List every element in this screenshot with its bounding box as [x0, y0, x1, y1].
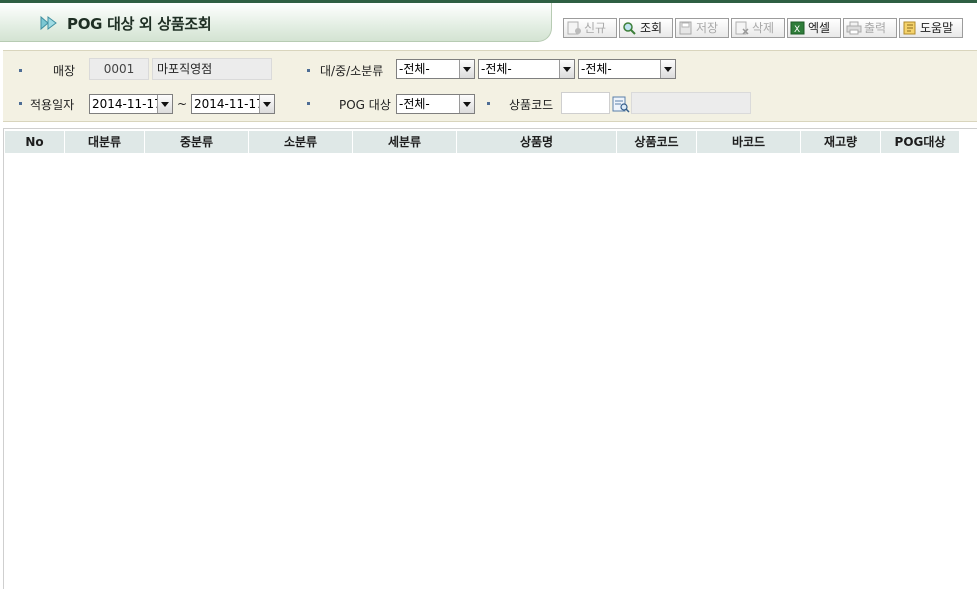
chevron-down-icon[interactable]	[559, 60, 574, 78]
store-code-field: 0001	[89, 58, 149, 80]
chevron-down-icon[interactable]	[157, 95, 172, 113]
delete-button[interactable]: 삭제	[731, 18, 785, 38]
category-small-select[interactable]: -전체-	[578, 59, 676, 79]
bullet-icon	[19, 69, 22, 72]
bullet-icon	[19, 102, 22, 105]
help-book-icon	[903, 21, 916, 35]
column-header-no[interactable]: No	[5, 131, 65, 153]
chevron-down-icon[interactable]	[660, 60, 675, 78]
printer-icon	[846, 21, 862, 35]
product-code-input[interactable]	[561, 92, 610, 114]
search-icon	[623, 22, 636, 35]
apply-date-from-select[interactable]: 2014-11-17	[89, 94, 173, 114]
apply-date-to-select[interactable]: 2014-11-17	[191, 94, 275, 114]
column-header-barcode[interactable]: 바코드	[697, 131, 801, 153]
chevron-down-icon[interactable]	[259, 95, 274, 113]
column-header-product-name[interactable]: 상품명	[457, 131, 617, 153]
product-lookup-icon[interactable]	[612, 96, 630, 113]
search-panel: 매장 0001 마포직영점 대/중/소분류 -전체- -전체- -전체- 적용일…	[3, 50, 977, 122]
chevron-down-icon[interactable]	[459, 95, 474, 113]
new-button[interactable]: 신규	[563, 18, 617, 38]
print-button[interactable]: 출력	[843, 18, 897, 38]
save-button[interactable]: 저장	[675, 18, 729, 38]
save-icon	[679, 21, 692, 35]
title-tab: POG 대상 외 상품조회	[0, 3, 552, 42]
pog-target-select[interactable]: -전체-	[396, 94, 475, 114]
column-header-pog-target[interactable]: POG대상	[881, 131, 960, 153]
category-medium-select[interactable]: -전체-	[478, 59, 575, 79]
pog-target-label: POG 대상	[339, 98, 391, 112]
chevron-down-icon[interactable]	[459, 60, 474, 78]
page-title: POG 대상 외 상품조회	[67, 15, 212, 33]
bullet-icon	[307, 102, 310, 105]
excel-button[interactable]: X 엑셀	[787, 18, 841, 38]
date-range-separator: ~	[177, 97, 188, 111]
store-label: 매장	[53, 64, 76, 78]
delete-doc-icon	[735, 21, 749, 35]
category-label: 대/중/소분류	[320, 64, 384, 78]
help-button[interactable]: 도움말	[899, 18, 963, 38]
double-arrow-icon	[40, 15, 57, 31]
new-doc-icon	[567, 21, 581, 35]
column-header-sub-category[interactable]: 세분류	[353, 131, 457, 153]
product-name-field	[631, 92, 751, 114]
column-header-small-category[interactable]: 소분류	[249, 131, 353, 153]
category-large-select[interactable]: -전체-	[396, 59, 475, 79]
column-header-medium-category[interactable]: 중분류	[145, 131, 249, 153]
column-header-large-category[interactable]: 대분류	[65, 131, 145, 153]
bullet-icon	[487, 102, 490, 105]
column-header-product-code[interactable]: 상품코드	[617, 131, 697, 153]
excel-icon: X	[790, 21, 805, 35]
product-code-label: 상품코드	[509, 98, 554, 112]
result-grid: No 대분류 중분류 소분류 세분류 상품명 상품코드 바코드 재고량 POG대…	[3, 128, 977, 589]
svg-text:X: X	[794, 25, 800, 35]
search-button[interactable]: 조회	[619, 18, 673, 38]
apply-date-label: 적용일자	[30, 98, 75, 112]
grid-header: No 대분류 중분류 소분류 세분류 상품명 상품코드 바코드 재고량 POG대…	[5, 131, 960, 153]
column-header-stock[interactable]: 재고량	[801, 131, 881, 153]
bullet-icon	[307, 69, 310, 72]
store-name-field: 마포직영점	[152, 58, 272, 80]
